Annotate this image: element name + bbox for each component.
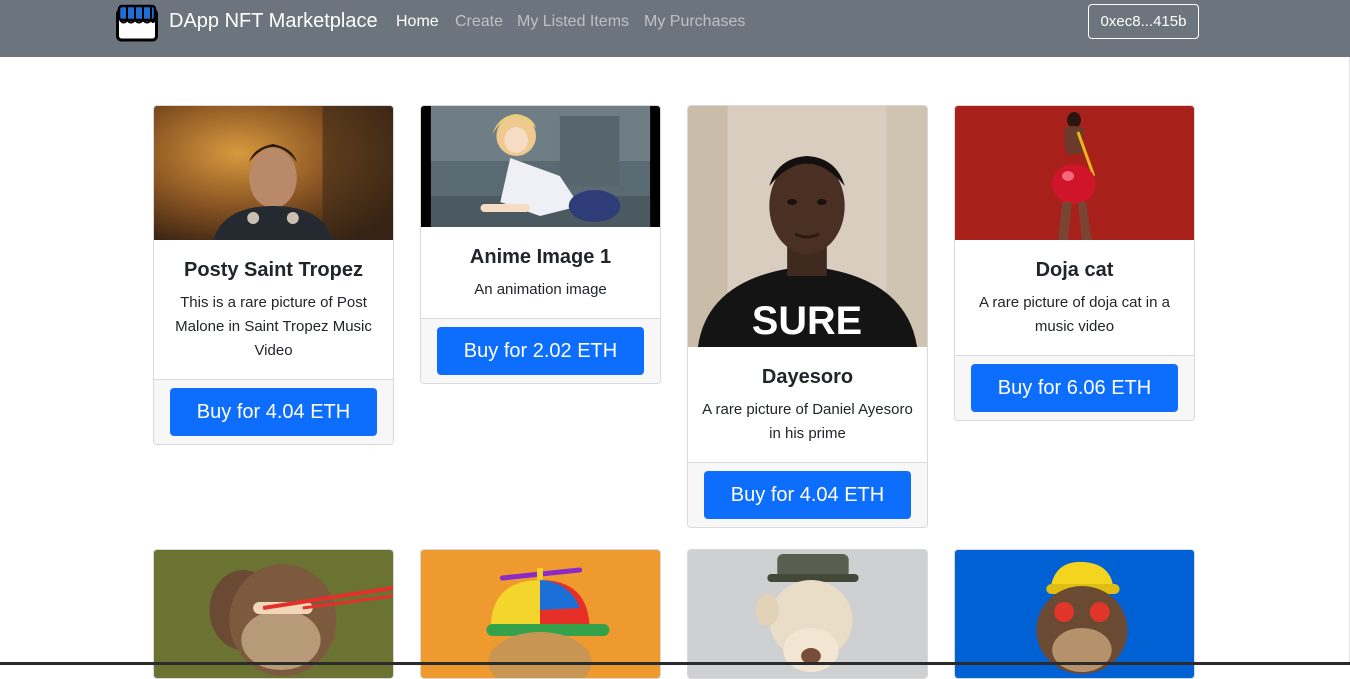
nft-card	[420, 549, 661, 679]
man-selfie-photo: SURE	[688, 106, 927, 347]
card-footer: Buy for 4.04 ETH	[154, 379, 393, 444]
doja-cat-photo	[955, 106, 1194, 240]
nav-my-purchases[interactable]: My Purchases	[644, 13, 745, 31]
card-title: Doja cat	[1035, 259, 1114, 281]
card-footer: Buy for 2.02 ETH	[421, 318, 660, 383]
nft-card: SURE Dayesoro A rare picture of Daniel A…	[687, 105, 928, 528]
card-description: This is a rare picture of Post Malone in…	[175, 294, 372, 359]
buy-button[interactable]: Buy for 4.04 ETH	[170, 388, 377, 436]
card-footer: Buy for 4.04 ETH	[688, 462, 927, 527]
account-button[interactable]: 0xec8...415b	[1088, 4, 1199, 39]
army-cap-ape	[688, 550, 927, 678]
card-footer: Buy for 6.06 ETH	[955, 355, 1194, 420]
card-description: A rare picture of doja cat in a music vi…	[979, 294, 1170, 335]
shop-icon	[116, 4, 158, 42]
card-description: A rare picture of Daniel Ayesoro in his …	[702, 401, 913, 442]
nav-create[interactable]: Create	[455, 13, 503, 31]
buy-button[interactable]: Buy for 4.04 ETH	[704, 471, 911, 519]
nft-card: Doja cat A rare picture of doja cat in a…	[954, 105, 1195, 421]
nft-card	[687, 549, 928, 679]
nft-card: Anime Image 1 An animation image Buy for…	[420, 105, 661, 384]
navbar: DApp NFT Marketplace Home Create My List…	[0, 0, 1350, 57]
nft-card	[954, 549, 1195, 679]
card-title: Posty Saint Tropez	[184, 259, 363, 281]
brand-link[interactable]: DApp NFT Marketplace	[116, 4, 378, 42]
nav-home[interactable]: Home	[396, 13, 439, 31]
buy-button[interactable]: Buy for 2.02 ETH	[437, 327, 644, 375]
nft-card: Posty Saint Tropez This is a rare pictur…	[153, 105, 394, 445]
card-description: An animation image	[474, 281, 607, 298]
nft-card	[153, 549, 394, 679]
card-title: Dayesoro	[761, 366, 854, 388]
card-title: Anime Image 1	[469, 246, 612, 268]
buy-button[interactable]: Buy for 6.06 ETH	[971, 364, 1178, 412]
laser-eyes-ape	[154, 550, 393, 678]
brand-title: DApp NFT Marketplace	[169, 9, 378, 32]
propeller-hat-ape	[421, 550, 660, 678]
svg-text:SURE: SURE	[752, 299, 862, 343]
anime-girl-image	[421, 106, 660, 227]
post-malone-photo	[154, 106, 393, 240]
nav-my-listed-items[interactable]: My Listed Items	[517, 13, 629, 31]
yellow-hat-ape	[955, 550, 1194, 678]
